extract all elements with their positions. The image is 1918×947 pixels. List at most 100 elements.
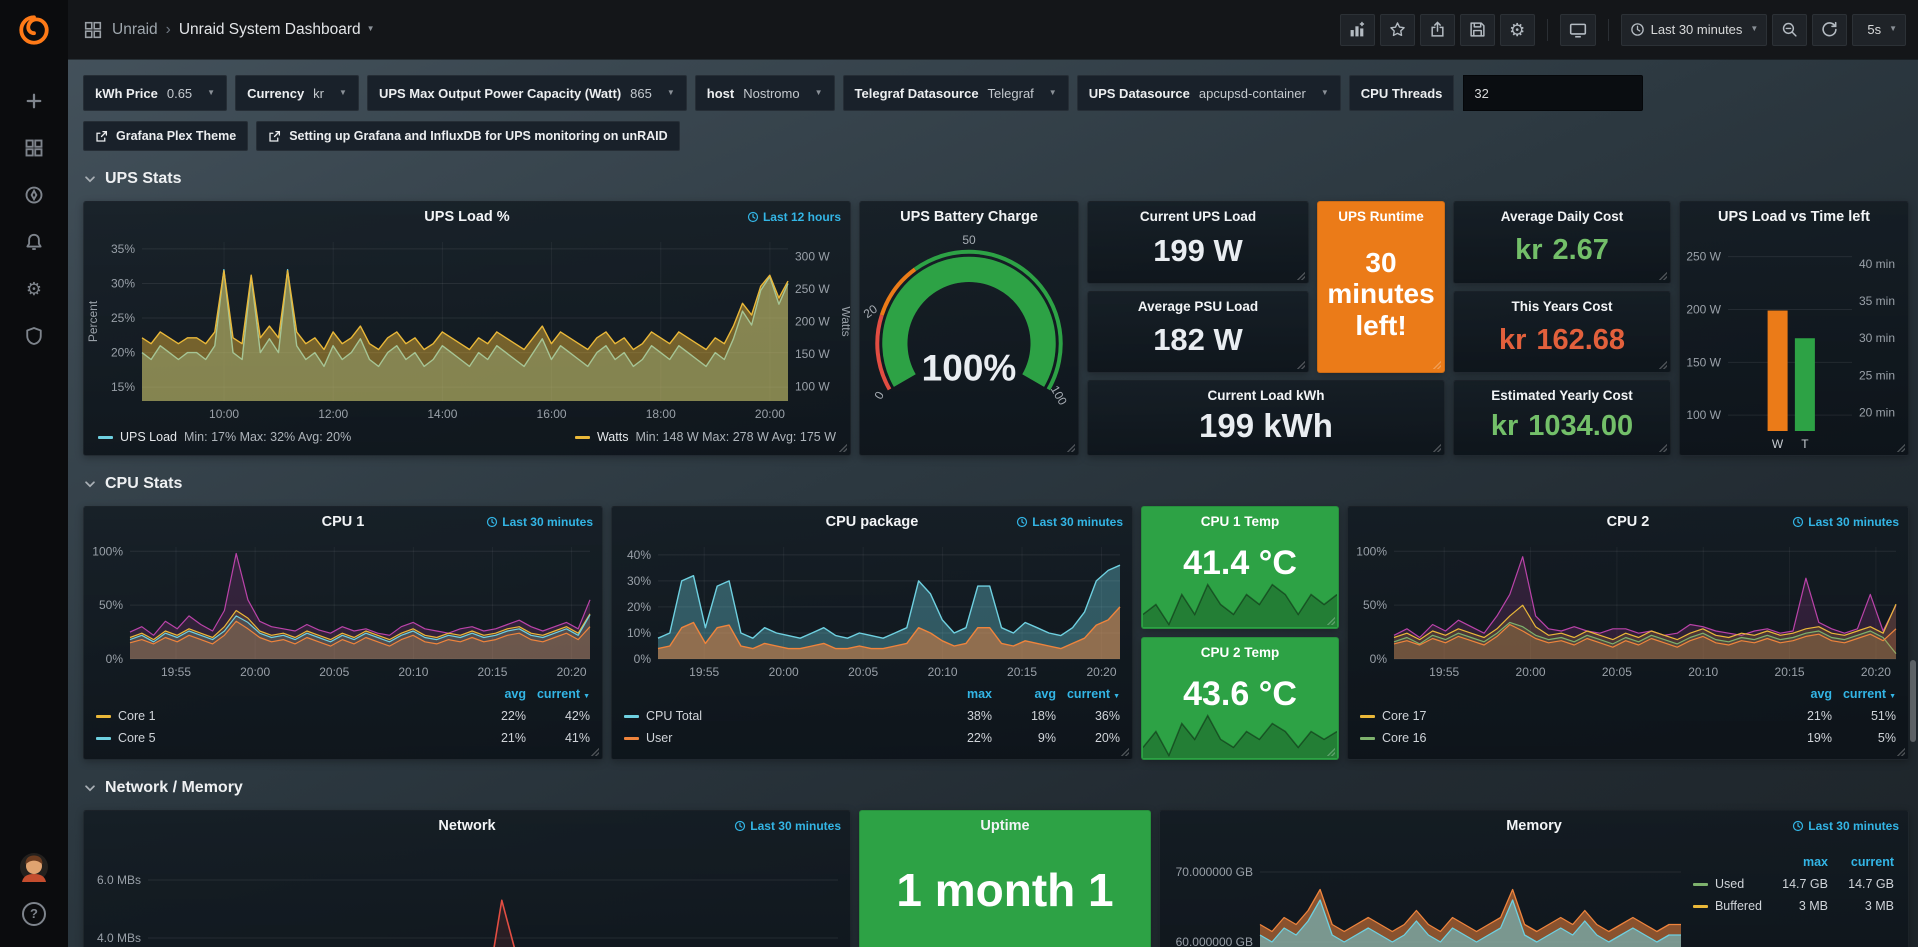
legend-current-value: 5% [1832,731,1896,745]
save-button[interactable] [1460,14,1495,46]
legend-header-current[interactable]: current [1832,687,1896,701]
panel-ups-runtime: UPS Runtime 30 minutes left! [1317,201,1445,373]
panel-title[interactable]: UPS Runtime [1318,209,1444,224]
cpu-package-chart: 19:5520:0020:0520:1020:1520:200%10%20%30… [612,537,1132,683]
section-cpu-stats[interactable]: CPU Stats [83,472,1918,496]
cpu-threads-input[interactable]: 32 [1463,75,1643,111]
panel-title[interactable]: This Years Cost [1454,299,1670,314]
legend-series-name[interactable]: CPU Total [646,709,702,723]
legend-current-value: 3 MB [1828,899,1894,913]
panel-title[interactable]: Average Daily Cost [1454,209,1670,224]
svg-text:10:00: 10:00 [209,407,239,421]
variable-currency[interactable]: Currency kr [235,75,359,111]
panel-memory: Memory Last 30 minutes 50.000000 GB60.00… [1159,810,1909,947]
sidebar-item-add[interactable] [0,77,68,124]
chevron-down-icon [83,781,97,795]
variable-label: kWh Price [95,86,158,101]
variable-kwh-price[interactable]: kWh Price 0.65 [83,75,227,111]
svg-text:25%: 25% [111,311,135,325]
section-network-memory[interactable]: Network / Memory [83,776,1918,800]
legend-header-avg[interactable]: avg [992,687,1056,701]
panel-title[interactable]: Current UPS Load [1088,209,1308,224]
refresh-button[interactable] [1812,14,1847,46]
sidebar-item-help[interactable]: ? [0,890,68,937]
variable-ups-datasource[interactable]: UPS Datasource apcupsd-container [1077,75,1341,111]
sidebar-item-alerting[interactable] [0,218,68,265]
panel-title[interactable]: CPU package [826,514,919,530]
refresh-interval-button[interactable]: 5s [1852,14,1906,46]
link-ups-monitoring-guide[interactable]: Setting up Grafana and InfluxDB for UPS … [256,121,679,151]
grafana-logo[interactable] [0,0,68,59]
time-range-button[interactable]: Last 30 minutes [1621,14,1768,46]
time-range-label: Last 30 minutes [1651,22,1743,37]
legend-series-name[interactable]: Core 17 [1382,709,1426,723]
variable-label: CPU Threads [1349,75,1455,111]
panel-title[interactable]: Estimated Yearly Cost [1454,388,1670,403]
panel-title[interactable]: UPS Load % [424,209,509,225]
panel-current-ups-load: Current UPS Load 199 W [1087,201,1309,284]
legend-series-name[interactable]: Core 1 [118,709,156,723]
legend-series-name[interactable]: Used [1715,877,1744,891]
dashboard-settings-button[interactable]: ⚙ [1500,14,1535,46]
panel-title[interactable]: CPU 2 Temp [1142,645,1338,660]
svg-text:T: T [1801,437,1809,451]
svg-text:0%: 0% [106,652,124,666]
panel-uptime: Uptime 1 month 1 [859,810,1151,947]
panel-title[interactable]: Current Load kWh [1088,388,1444,403]
add-panel-button[interactable] [1340,14,1375,46]
legend-header-current[interactable]: current [1056,687,1120,701]
legend-header-avg[interactable]: avg [462,687,526,701]
legend-header-current[interactable]: current [1828,855,1894,869]
panel-title[interactable]: CPU 2 [1607,514,1650,530]
panel-title[interactable]: CPU 1 Temp [1142,514,1338,529]
dashboard-grid-icon[interactable] [84,21,102,39]
legend-header-current[interactable]: current [526,687,590,701]
panel-title[interactable]: Average PSU Load [1088,299,1308,314]
section-ups-stats[interactable]: UPS Stats [83,167,1918,191]
variable-value: Telegraf [988,86,1034,101]
legend-series-name[interactable]: Core 5 [118,731,156,745]
sidebar-item-profile[interactable] [0,843,68,890]
variable-telegraf-datasource[interactable]: Telegraf Datasource Telegraf [843,75,1069,111]
legend-series-name[interactable]: Core 16 [1382,731,1426,745]
panel-cpu1: CPU 1 Last 30 minutes 19:5520:0020:0520:… [83,506,603,760]
panel-title[interactable]: UPS Battery Charge [900,209,1038,225]
legend-item-watts[interactable]: Watts Min: 148 W Max: 278 W Avg: 175 W [575,430,836,444]
zoom-out-button[interactable] [1772,14,1807,46]
section-title: CPU Stats [105,475,182,493]
share-button[interactable] [1420,14,1455,46]
sidebar-item-dashboards[interactable] [0,124,68,171]
link-grafana-plex-theme[interactable]: Grafana Plex Theme [83,121,248,151]
svg-text:30%: 30% [111,276,135,290]
breadcrumb-app[interactable]: Unraid [112,21,158,39]
svg-text:0: 0 [871,389,887,402]
panel-title[interactable]: Uptime [980,818,1029,834]
variable-host[interactable]: host Nostromo [695,75,835,111]
panel-title[interactable]: Network [438,818,495,834]
cpu-package-legend: max avg current CPU Total 38% 18% 36% Us… [612,683,1132,759]
chevron-down-icon[interactable] [367,24,375,33]
panel-title[interactable]: UPS Load vs Time left [1718,209,1870,225]
legend-header-max[interactable]: max [928,687,992,701]
legend-item-ups-load[interactable]: UPS Load Min: 17% Max: 32% Avg: 20% [98,430,351,444]
variable-ups-max-output[interactable]: UPS Max Output Power Capacity (Watt) 865 [367,75,687,111]
sidebar-item-configuration[interactable]: ⚙ [0,265,68,312]
variable-label: UPS Max Output Power Capacity (Watt) [379,86,621,101]
cpu2-chart: 19:5520:0020:0520:1020:1520:200%50%100% [1348,537,1908,683]
svg-text:50: 50 [962,233,976,247]
legend-header-avg[interactable]: avg [1768,687,1832,701]
legend-series-stats: Min: 148 W Max: 278 W Avg: 175 W [635,430,836,444]
legend-series-name[interactable]: Buffered [1715,899,1762,913]
panel-title[interactable]: Memory [1506,818,1562,834]
breadcrumb-page[interactable]: Unraid System Dashboard [179,21,361,39]
add-panel-chart-icon [1349,21,1366,38]
time-override-badge: Last 30 minutes [486,515,593,529]
legend-series-name[interactable]: User [646,731,672,745]
cycle-view-button[interactable] [1560,14,1596,46]
sidebar-item-server-admin[interactable] [0,312,68,359]
legend-header-max[interactable]: max [1762,855,1828,869]
star-button[interactable] [1380,14,1415,46]
panel-title[interactable]: CPU 1 [322,514,365,530]
page-scrollbar[interactable] [1910,660,1916,742]
sidebar-item-explore[interactable] [0,171,68,218]
